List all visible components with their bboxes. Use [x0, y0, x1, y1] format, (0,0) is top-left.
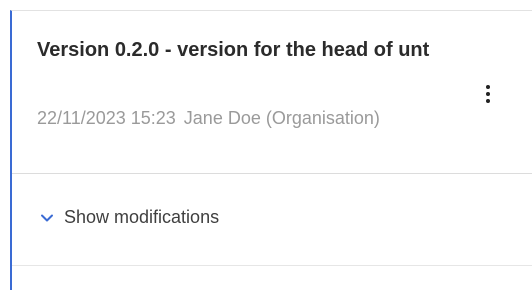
kebab-dot: [486, 85, 490, 89]
kebab-dot: [486, 99, 490, 103]
version-author: Jane Doe (Organisation): [183, 108, 380, 128]
show-modifications-toggle[interactable]: Show modifications: [40, 207, 219, 228]
kebab-menu-icon[interactable]: [479, 83, 497, 107]
chevron-down-icon: [41, 214, 53, 221]
version-meta: 22/11/2023 15:23 Jane Doe (Organisation): [37, 107, 380, 129]
version-card-header: Version 0.2.0 - version for the head of …: [12, 11, 532, 174]
version-card: Version 0.2.0 - version for the head of …: [10, 10, 532, 290]
kebab-dot: [486, 92, 490, 96]
show-modifications-label: Show modifications: [64, 207, 220, 227]
version-date: 22/11/2023 15:23: [37, 108, 176, 128]
version-title: Version 0.2.0 - version for the head of …: [37, 39, 430, 61]
divider: [12, 265, 532, 266]
